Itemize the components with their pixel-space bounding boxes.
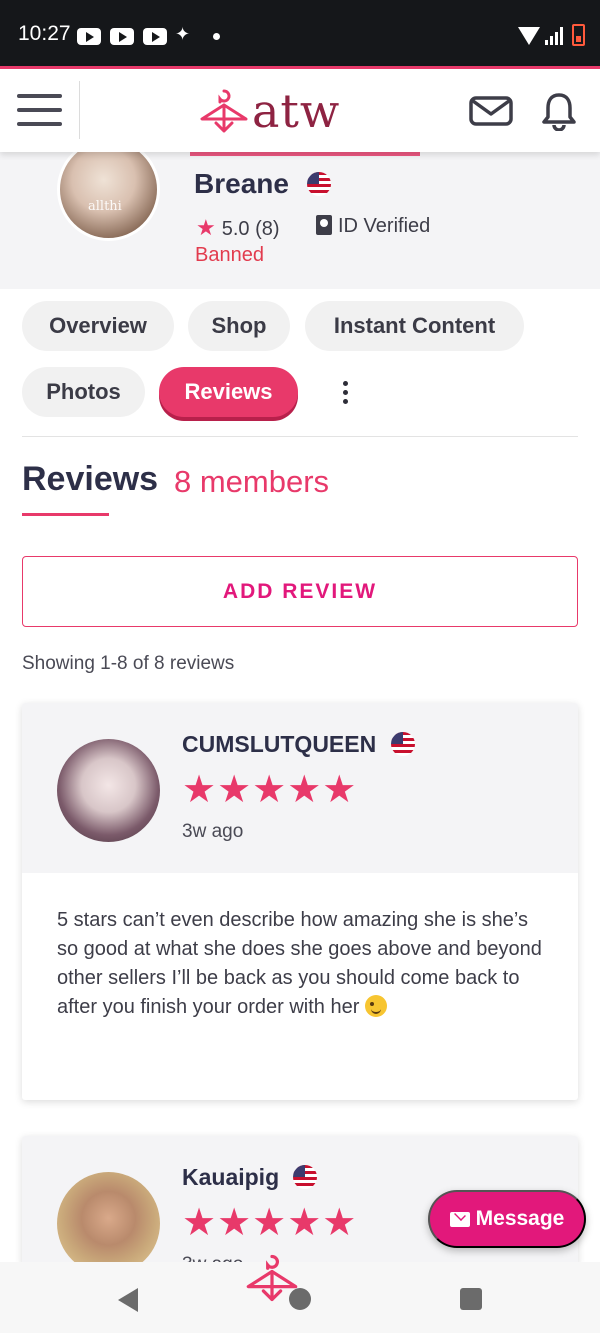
tab-overview[interactable]: Overview [22,301,174,351]
message-button[interactable]: Message [428,1190,586,1248]
back-icon[interactable] [118,1288,138,1312]
reviews-heading: Reviews [22,460,159,498]
wifi-icon [518,27,540,45]
youtube-notification-icon [143,28,167,45]
seller-avatar[interactable]: allthi [57,138,160,241]
seller-rating: ★ 5.0 (8) [196,215,280,241]
star-icon: ★ [196,215,216,240]
add-review-button[interactable]: ADD REVIEW [22,556,578,627]
header-divider [79,81,80,139]
review-body: 5 stars can’t even describe how amazing … [22,873,578,1062]
tab-reviews[interactable]: Reviews [159,367,298,417]
message-label: Message [475,1207,565,1230]
more-tabs-icon[interactable] [343,381,349,405]
recent-apps-icon[interactable] [460,1288,482,1310]
status-bar: 10:27 ✦ [0,0,600,66]
us-flag-icon [293,1165,317,1189]
review-card: CUMSLUTQUEEN ★★★★★ 3w ago 5 stars can’t … [22,703,578,1100]
app-header: atw [0,66,600,152]
reviewer-name[interactable]: Kauaipig [182,1164,279,1191]
review-text: 5 stars can’t even describe how amazing … [57,909,542,1018]
id-verified-label: ID Verified [338,215,431,237]
bell-icon[interactable] [540,91,578,131]
reviews-showing-count: Showing 1-8 of 8 reviews [22,653,235,674]
youtube-notification-icon [110,28,134,45]
status-time: 10:27 [18,22,71,45]
tab-shop[interactable]: Shop [188,301,290,351]
avatar-watermark: allthi [88,199,122,214]
status-banned: Banned [195,244,264,266]
id-verified-badge: ID Verified [316,215,430,238]
reviewer-avatar[interactable] [57,739,160,842]
review-header: CUMSLUTQUEEN ★★★★★ 3w ago [22,703,578,873]
site-logo[interactable]: atw [198,83,340,139]
tab-photos[interactable]: Photos [22,367,145,417]
youtube-notification-icon [77,28,101,45]
logo-text: atw [252,84,341,138]
heading-underline [22,513,109,516]
wink-emoji-icon [364,995,387,1017]
reviews-count: 8 members [174,464,330,499]
review-stars: ★★★★★ [182,1202,358,1244]
sparkle-notification-icon: ✦ [175,24,191,44]
mail-icon[interactable] [469,96,513,126]
id-card-icon [316,215,332,235]
review-stars: ★★★★★ [182,769,358,811]
reviewer-avatar[interactable] [57,1172,160,1266]
tab-instant-content[interactable]: Instant Content [305,301,524,351]
signal-icon [545,27,565,45]
us-flag-icon [307,172,331,196]
tabs-divider [22,436,578,437]
envelope-icon [449,1211,470,1227]
review-time: 3w ago [182,821,244,842]
more-notifications-dot-icon [213,33,220,40]
hanger-logo-icon [200,89,248,133]
system-nav-bar [0,1254,600,1333]
seller-name: Breane [194,168,289,199]
us-flag-icon [391,732,415,756]
home-icon[interactable] [289,1288,311,1310]
battery-icon [572,24,585,46]
reviewer-name[interactable]: CUMSLUTQUEEN [182,731,376,758]
seller-profile-header: allthi Breane ★ 5.0 (8) ID Verified Banne… [0,138,600,289]
rating-value: 5.0 (8) [221,218,280,240]
menu-icon[interactable] [17,94,62,126]
